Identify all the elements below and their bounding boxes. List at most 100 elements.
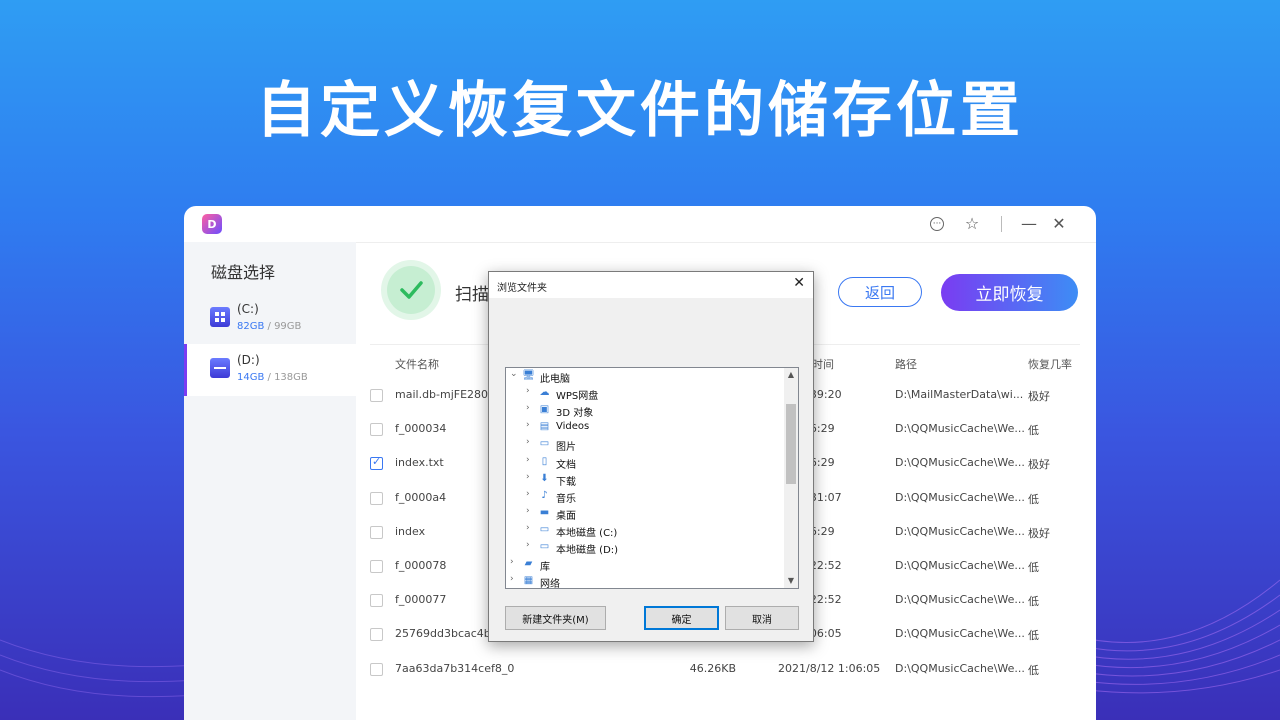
column-header-name[interactable]: 文件名称 <box>395 356 439 372</box>
collapsed-arrow-icon[interactable]: › <box>526 472 530 482</box>
collapsed-arrow-icon[interactable]: › <box>526 506 530 516</box>
recovery-rate-cell: 低 <box>1028 663 1039 677</box>
collapsed-arrow-icon[interactable]: › <box>526 403 530 413</box>
scroll-thumb[interactable] <box>786 404 796 484</box>
collapsed-arrow-icon[interactable]: › <box>526 523 530 533</box>
desktop-icon: ▬ <box>539 506 550 518</box>
recovery-rate-cell: 低 <box>1028 629 1039 643</box>
row-checkbox[interactable] <box>370 389 383 402</box>
row-checkbox[interactable] <box>370 560 383 573</box>
recovery-rate-cell: 极好 <box>1028 458 1050 472</box>
minimize-icon[interactable]: — <box>1020 215 1038 233</box>
file-path-cell: D:\QQMusicCache\We... <box>895 627 1025 641</box>
drive-size: 14GB / 138GB <box>237 372 308 383</box>
file-path-cell: D:\QQMusicCache\We... <box>895 524 1025 538</box>
drive-size: 82GB / 99GB <box>237 321 301 332</box>
pc-icon: 🖥 <box>522 370 535 381</box>
tree-scrollbar[interactable]: ▲ ▼ <box>784 368 798 588</box>
row-checkbox[interactable] <box>370 594 383 608</box>
recovery-rate-cell: 低 <box>1028 492 1039 506</box>
column-header-rate[interactable]: 恢复几率 <box>1028 356 1072 372</box>
drive-icon <box>210 358 230 378</box>
drive-name: (C:) <box>237 302 259 316</box>
tree-item[interactable]: › ▣ 3D 对象 <box>506 402 781 419</box>
file-name-cell: f_000034 <box>395 422 447 436</box>
row-checkbox[interactable] <box>370 455 383 471</box>
sidebar-item-drive-d[interactable]: (D:) 14GB / 138GB <box>184 344 356 396</box>
table-row[interactable]: 7aa63da7b314cef8_0 46.26KB 2021/8/12 1:06:… <box>370 653 1080 687</box>
collapsed-arrow-icon[interactable]: › <box>526 420 530 430</box>
tree-item-label: 库 <box>540 562 550 574</box>
recover-now-button[interactable]: 立即恢复 <box>941 274 1078 311</box>
recovery-rate-cell: 极好 <box>1028 390 1050 403</box>
tree-item-label: 文档 <box>556 459 576 471</box>
document-icon: ▯ <box>541 455 548 467</box>
tree-item[interactable]: › ♪ 音乐 <box>506 488 781 505</box>
file-name-cell: f_0000a4 <box>395 490 447 504</box>
tree-item[interactable]: › ⬇ 下载 <box>506 471 781 488</box>
row-checkbox[interactable] <box>370 628 383 642</box>
file-name-cell: index <box>395 524 426 538</box>
more-options-icon[interactable]: ··· <box>930 217 944 231</box>
tree-item[interactable]: ⌄ 🖥 此电脑 <box>506 368 781 385</box>
collapsed-arrow-icon[interactable]: › <box>510 557 514 567</box>
app-logo: D <box>202 214 222 234</box>
dialog-close-icon[interactable]: ✕ <box>793 275 805 291</box>
sidebar-item-drive-c[interactable]: (C:) 82GB / 99GB <box>184 293 356 345</box>
tree-item[interactable]: › ▭ 本地磁盘 (C:) <box>506 522 781 539</box>
collapsed-arrow-icon[interactable]: › <box>526 437 530 447</box>
new-folder-button[interactable]: 新建文件夹(M) <box>505 606 606 630</box>
tree-item[interactable]: › ▰ 库 <box>506 556 781 573</box>
file-path-cell: D:\QQMusicCache\We... <box>895 422 1025 436</box>
folder-tree: ⌄ 🖥 此电脑 › ☁ WPS网盘 › ▣ 3D 对象 › ▤ Videos › ▭ 图片 › ▯ 文档 › ⬇ 下载 ›… <box>505 367 799 589</box>
close-icon[interactable]: ✕ <box>1050 215 1068 233</box>
cancel-button[interactable]: 取消 <box>725 606 799 630</box>
file-size-cell: 46.26KB <box>689 661 736 675</box>
cube-icon: ▣ <box>539 404 550 416</box>
tree-item-label: Videos <box>556 421 590 433</box>
row-checkbox[interactable] <box>370 423 383 437</box>
picture-icon: ▭ <box>539 438 550 450</box>
tree-item[interactable]: › ▦ 网络 <box>506 573 781 589</box>
file-path-cell: D:\QQMusicCache\We... <box>895 490 1025 504</box>
tree-item-label: 网络 <box>540 579 560 589</box>
collapsed-arrow-icon[interactable]: › <box>526 455 530 465</box>
collapsed-arrow-icon[interactable]: › <box>510 574 514 584</box>
network-icon: ▦ <box>523 575 534 587</box>
scroll-up-icon[interactable]: ▲ <box>784 368 798 382</box>
tree-item-label: 3D 对象 <box>556 408 594 420</box>
expanded-arrow-icon[interactable]: ⌄ <box>510 369 518 379</box>
file-name-cell: index.txt <box>395 456 444 470</box>
tree-item[interactable]: › ▭ 图片 <box>506 436 781 453</box>
tree-item[interactable]: › ▭ 本地磁盘 (D:) <box>506 539 781 556</box>
tree-item[interactable]: › ▤ Videos <box>506 419 781 436</box>
scroll-down-icon[interactable]: ▼ <box>784 574 798 588</box>
file-path-cell: D:\MailMasterData\wi... <box>895 388 1024 401</box>
windows-drive-icon <box>210 307 230 327</box>
star-icon[interactable]: ☆ <box>963 215 981 233</box>
collapsed-arrow-icon[interactable]: › <box>526 489 530 499</box>
column-header-path[interactable]: 路径 <box>895 356 917 372</box>
download-icon: ⬇ <box>540 472 549 484</box>
scan-complete-icon <box>381 260 441 320</box>
ok-button[interactable]: 确定 <box>644 606 719 630</box>
file-name-cell: f_000078 <box>395 559 447 572</box>
tree-item-label: 本地磁盘 (C:) <box>556 527 618 539</box>
browse-folder-dialog: 浏览文件夹 ✕ ⌄ 🖥 此电脑 › ☁ WPS网盘 › ▣ 3D 对象 › ▤ Videos › ▭ 图片 ›… <box>488 271 814 642</box>
tree-item-label: 下载 <box>556 476 576 488</box>
row-checkbox[interactable] <box>370 491 383 505</box>
drive-total: / 99GB <box>264 321 302 332</box>
row-checkbox[interactable] <box>370 662 383 676</box>
tree-item[interactable]: › ☁ WPS网盘 <box>506 385 781 402</box>
file-name-cell: f_000077 <box>395 593 447 607</box>
collapsed-arrow-icon[interactable]: › <box>526 540 530 550</box>
titlebar-divider <box>1001 216 1002 232</box>
tree-item-label: 图片 <box>556 442 576 454</box>
back-button[interactable]: 返回 <box>838 277 922 307</box>
tree-item[interactable]: › ▬ 桌面 <box>506 505 781 522</box>
file-path-cell: D:\QQMusicCache\We... <box>895 593 1025 607</box>
tree-item[interactable]: › ▯ 文档 <box>506 454 781 471</box>
collapsed-arrow-icon[interactable]: › <box>526 386 530 396</box>
sidebar-title: 磁盘选择 <box>211 263 276 282</box>
row-checkbox[interactable] <box>370 525 383 539</box>
